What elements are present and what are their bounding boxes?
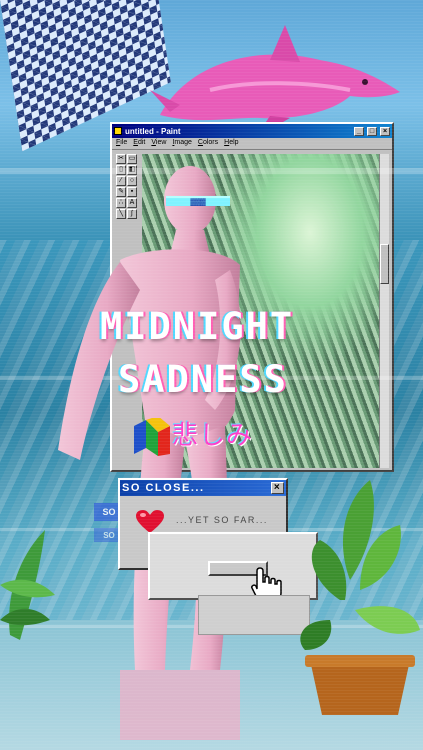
- dialog-message: ...YET SO FAR...: [176, 515, 268, 525]
- secondary-dialog: [148, 532, 318, 600]
- glitch-gray-panel: [198, 595, 310, 635]
- dialog-title-bar[interactable]: SO CLOSE... ×: [120, 480, 286, 496]
- artwork-title-line2: SADNESS: [118, 358, 288, 401]
- paint-menu-bar: File Edit View Image Colors Help: [112, 138, 392, 150]
- paint-app-icon: [114, 127, 122, 135]
- menu-image[interactable]: Image: [172, 139, 191, 148]
- n64-logo-icon: [134, 418, 170, 456]
- vertical-scrollbar[interactable]: [379, 154, 389, 468]
- scrollbar-thumb[interactable]: [380, 244, 389, 284]
- dialog-title: SO CLOSE...: [122, 482, 205, 494]
- minimize-button[interactable]: _: [354, 126, 364, 136]
- menu-edit[interactable]: Edit: [133, 139, 145, 148]
- dialog-close-button[interactable]: ×: [271, 482, 284, 494]
- paint-window-title: untitled - Paint: [125, 126, 181, 136]
- menu-help[interactable]: Help: [224, 139, 238, 148]
- paint-title-bar[interactable]: untitled - Paint _ □ ×: [112, 124, 392, 138]
- heart-icon: [136, 510, 164, 533]
- menu-colors[interactable]: Colors: [198, 139, 218, 148]
- japanese-text: 悲しみ: [172, 421, 254, 451]
- artwork-title-line1: MIDNIGHT: [100, 305, 295, 348]
- menu-view[interactable]: View: [151, 139, 166, 148]
- menu-file[interactable]: File: [116, 139, 127, 148]
- censor-bar: ▓▓▓: [166, 196, 230, 206]
- vaporwave-wallpaper: untitled - Paint _ □ × File Edit View Im…: [0, 0, 423, 750]
- close-button[interactable]: ×: [380, 126, 390, 136]
- palm-plant-image: [0, 530, 55, 640]
- maximize-button[interactable]: □: [367, 126, 377, 136]
- potted-plant-image: [300, 480, 420, 715]
